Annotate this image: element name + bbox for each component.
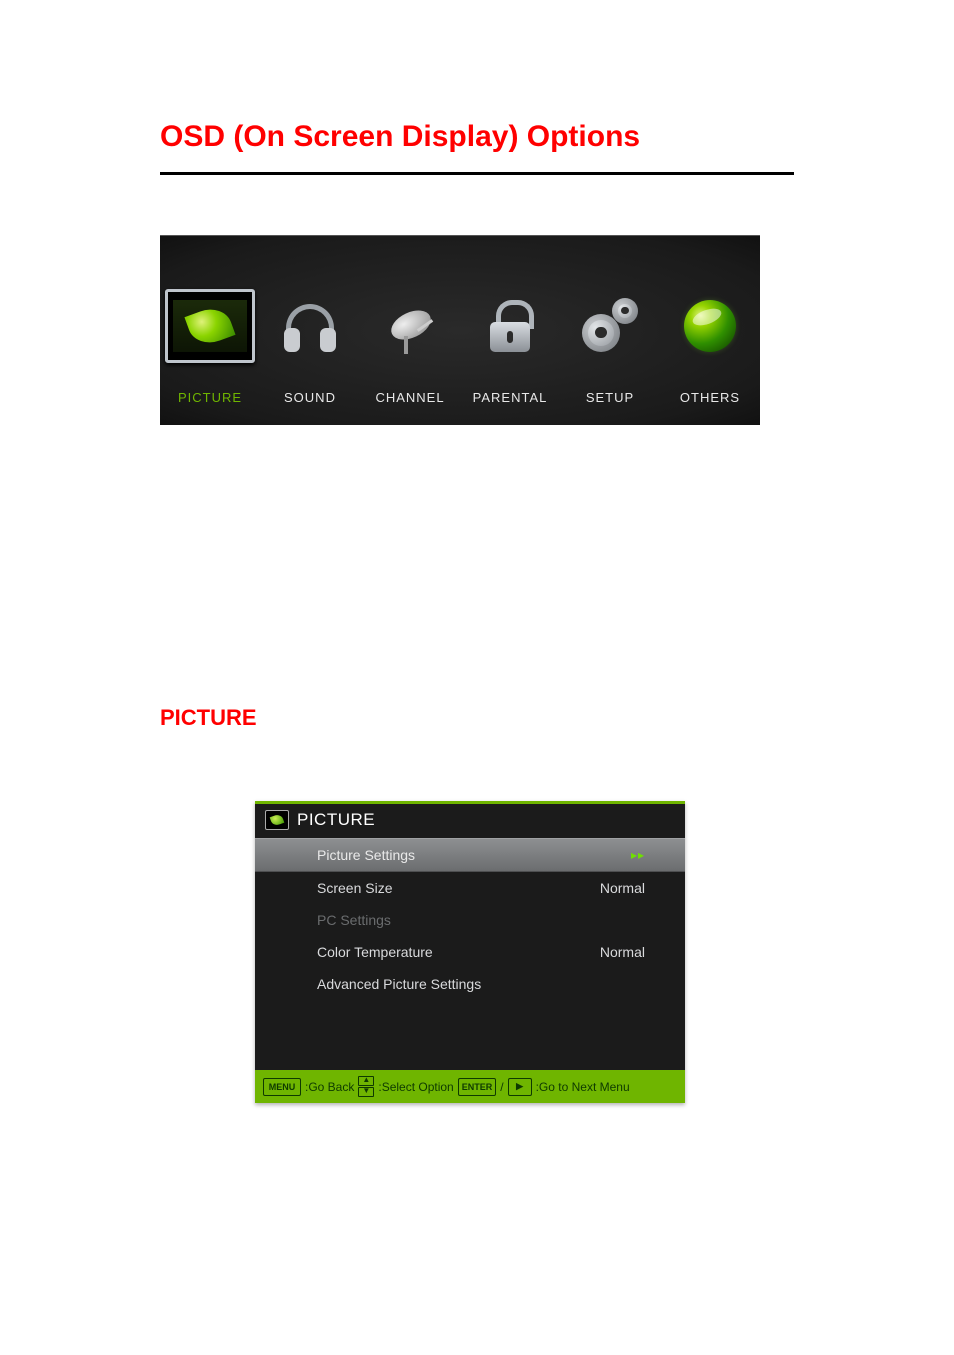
page-title: OSD (On Screen Display) Options xyxy=(160,120,794,154)
submenu-title: PICTURE xyxy=(297,810,375,830)
satellite-dish-icon xyxy=(382,298,438,354)
right-key-icon: ▶ xyxy=(508,1078,532,1096)
row-advanced-picture-settings[interactable]: Advanced Picture Settings xyxy=(255,968,685,1000)
row-picture-settings[interactable]: Picture Settings ▸▸ xyxy=(255,838,685,872)
tab-others[interactable]: OTHERS xyxy=(660,273,760,405)
submenu-header: PICTURE xyxy=(255,804,685,836)
tab-channel-label: CHANNEL xyxy=(360,390,460,405)
row-label: PC Settings xyxy=(317,912,391,928)
globe-icon xyxy=(684,300,736,352)
tab-setup-label: SETUP xyxy=(560,390,660,405)
tab-parental[interactable]: PARENTAL xyxy=(460,273,560,405)
slash: / xyxy=(500,1080,503,1094)
updown-key-icon: ▲▼ xyxy=(358,1076,374,1097)
footer-select: :Select Option xyxy=(378,1080,453,1094)
picture-mini-icon xyxy=(265,810,289,830)
row-pc-settings: PC Settings xyxy=(255,904,685,936)
submenu-footer: MENU :Go Back ▲▼ :Select Option ENTER / … xyxy=(255,1070,685,1103)
tab-channel[interactable]: CHANNEL xyxy=(360,273,460,405)
tab-others-label: OTHERS xyxy=(660,390,760,405)
tab-parental-label: PARENTAL xyxy=(460,390,560,405)
picture-icon xyxy=(165,289,255,363)
tab-sound[interactable]: SOUND xyxy=(260,273,360,405)
footer-go-back: :Go Back xyxy=(305,1080,354,1094)
section-heading-picture: PICTURE xyxy=(160,705,794,731)
tab-picture-label: PICTURE xyxy=(160,390,260,405)
row-value: Normal xyxy=(600,944,645,960)
row-label: Color Temperature xyxy=(317,944,433,960)
headphones-icon xyxy=(282,298,338,354)
row-color-temperature[interactable]: Color Temperature Normal xyxy=(255,936,685,968)
tab-setup[interactable]: SETUP xyxy=(560,273,660,405)
row-screen-size[interactable]: Screen Size Normal xyxy=(255,872,685,904)
enter-key-icon: ENTER xyxy=(458,1078,497,1096)
osd-menu-bar: PICTURE SOUND CHANNEL xyxy=(160,235,760,425)
row-label: Picture Settings xyxy=(317,847,415,863)
row-value: Normal xyxy=(600,880,645,896)
footer-next: :Go to Next Menu xyxy=(536,1080,630,1094)
tab-picture[interactable]: PICTURE xyxy=(160,273,260,405)
row-label: Screen Size xyxy=(317,880,392,896)
row-label: Advanced Picture Settings xyxy=(317,976,481,992)
lock-icon xyxy=(486,300,534,352)
enter-arrows-icon: ▸▸ xyxy=(631,848,645,862)
gear-icon xyxy=(582,298,638,354)
title-underline xyxy=(160,172,794,175)
tab-sound-label: SOUND xyxy=(260,390,360,405)
menu-key-icon: MENU xyxy=(263,1078,301,1096)
picture-submenu: PICTURE Picture Settings ▸▸ Screen Size … xyxy=(255,801,685,1103)
